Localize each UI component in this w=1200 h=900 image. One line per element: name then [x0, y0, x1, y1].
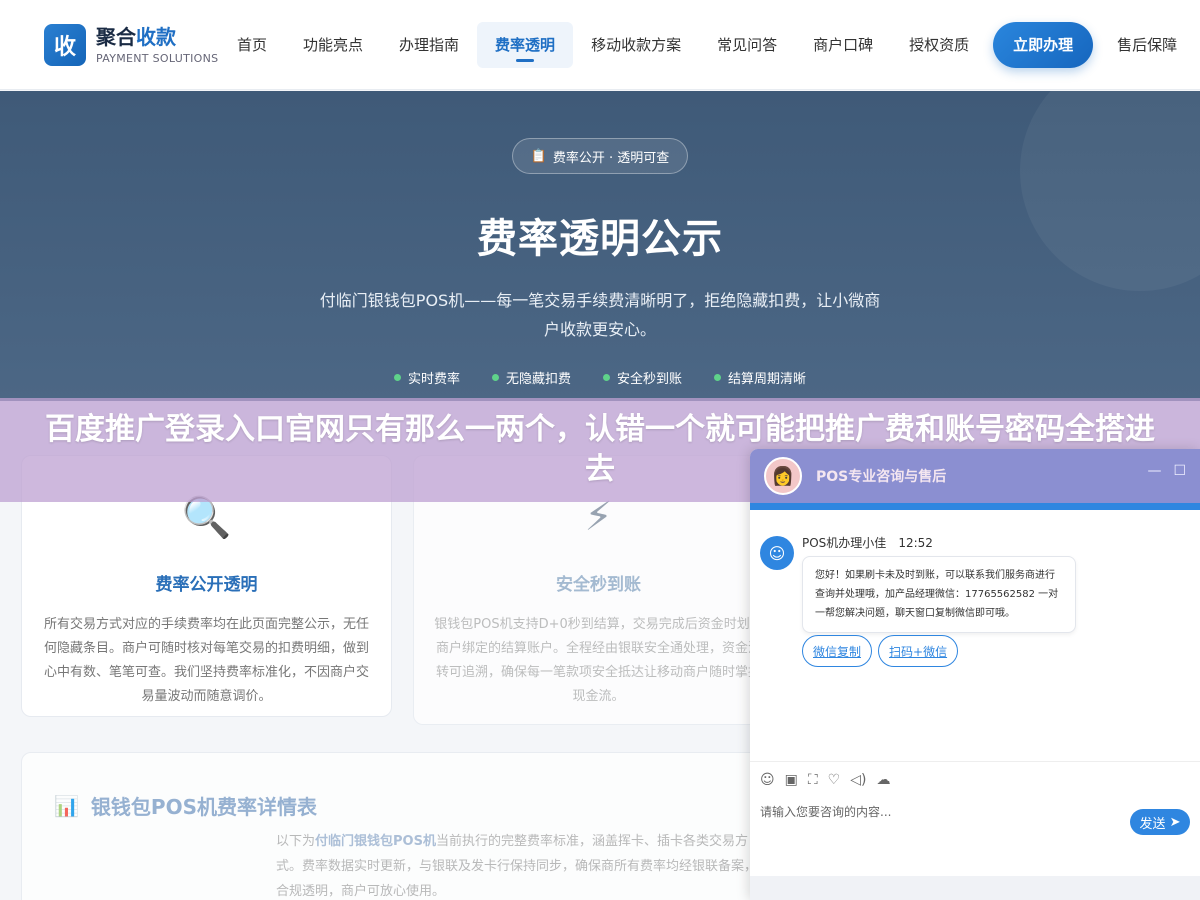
- agent-avatar: 👩: [764, 457, 802, 495]
- hero-description: 付临门银钱包POS机——每一笔交易手续费清晰明了，拒绝隐藏扣费，让小微商户收款更…: [319, 291, 881, 339]
- bullet-dot-icon: [491, 374, 499, 381]
- card-title: 费率公开透明: [155, 575, 258, 595]
- chat-widget: 👩 POS专业咨询与售后 — ☐ ☺ POS机办理小佳 12:52 您好！如果刷卡…: [750, 449, 1200, 900]
- hero-badge: 📋 费率公开 · 透明可查: [511, 138, 689, 174]
- send-button[interactable]: 发送 ➤: [1130, 809, 1190, 835]
- message-meta: POS机办理小佳 12:52: [802, 536, 933, 550]
- bar-chart-icon: 📊: [54, 793, 79, 818]
- hero-tag: 安全秒到账: [603, 368, 682, 387]
- card-title: 安全秒到账: [556, 575, 641, 595]
- sound-icon[interactable]: ◁): [850, 772, 866, 788]
- chat-input[interactable]: 请输入您要咨询的内容...: [760, 803, 891, 820]
- apply-now-button[interactable]: 立即办理: [993, 21, 1094, 68]
- chat-title: POS专业咨询与售后: [816, 469, 947, 485]
- hero-tags: 实时费率 无隐藏扣费 安全秒到账 结算周期清晰: [0, 368, 1200, 387]
- site-header: 收 聚合收款 PAYMENT SOLUTIONS 首页 功能亮点 办理指南 费率…: [0, 0, 1200, 90]
- quick-actions: 微信复制 扫码+微信: [802, 635, 959, 667]
- bullet-dot-icon: [603, 374, 610, 381]
- maximize-icon[interactable]: ☐: [1173, 463, 1186, 479]
- clipboard-icon: 📋: [530, 148, 547, 164]
- hero-section: 📋 费率公开 · 透明可查 费率透明公示 付临门银钱包POS机——每一笔交易手续…: [0, 91, 1200, 401]
- logo-title: 聚合收款: [96, 24, 176, 49]
- rating-icon[interactable]: ♡: [828, 772, 841, 788]
- nav-qualifications[interactable]: 授权资质: [891, 22, 987, 68]
- bullet-dot-icon: [393, 374, 401, 381]
- image-icon[interactable]: ▣: [785, 772, 798, 788]
- site-logo[interactable]: 收 聚合收款 PAYMENT SOLUTIONS: [44, 23, 219, 66]
- send-arrow-icon: ➤: [1169, 814, 1181, 830]
- rate-table-description: 以下为付临门银钱包POS机当前执行的完整费率标准，涵盖挥卡、插卡各类交易方式。费…: [276, 834, 758, 899]
- copy-wechat-button[interactable]: 微信复制: [802, 635, 873, 667]
- logo-mark: 收: [44, 23, 86, 66]
- card-text: 银钱包POS机支持D+0秒到结算，交易完成后资金时划入商户绑定的结算账户。全程经…: [434, 617, 763, 704]
- hero-tag: 无隐藏扣费: [491, 368, 571, 387]
- scan-wechat-button[interactable]: 扫码+微信: [878, 635, 959, 667]
- rate-table-card: 📊 银钱包POS机费率详情表 以下为付临门银钱包POS机当前执行的完整费率标准，…: [21, 752, 781, 900]
- nav-guide[interactable]: 办理指南: [381, 22, 477, 68]
- chat-footer: [750, 876, 1200, 900]
- chat-toolbar: ☺ ▣ ⛶ ♡ ◁) ☁: [750, 761, 1200, 797]
- nav-faq[interactable]: 常见问答: [699, 22, 795, 68]
- bot-avatar-icon: ☺: [760, 536, 794, 570]
- main-nav: 首页 功能亮点 办理指南 费率透明 移动收款方案 常见问答 商户口碑 授权资质 …: [219, 21, 1195, 68]
- nav-rates[interactable]: 费率透明: [477, 21, 574, 68]
- bullet-dot-icon: [714, 374, 722, 381]
- minimize-icon[interactable]: —: [1147, 463, 1161, 479]
- chat-accent-strip: [750, 503, 1200, 510]
- wechat-icon[interactable]: ☁: [876, 772, 890, 788]
- logo-subtitle: PAYMENT SOLUTIONS: [96, 51, 219, 65]
- nav-features[interactable]: 功能亮点: [285, 22, 381, 68]
- nav-home[interactable]: 首页: [219, 22, 285, 68]
- nav-after-sales[interactable]: 售后保障: [1099, 22, 1195, 68]
- nav-mobile-solutions[interactable]: 移动收款方案: [573, 22, 699, 68]
- screenshot-icon[interactable]: ⛶: [808, 772, 818, 788]
- hero-tag: 结算周期清晰: [714, 368, 806, 387]
- rate-table-title: 📊 银钱包POS机费率详情表: [54, 793, 317, 820]
- chat-header[interactable]: 👩 POS专业咨询与售后 — ☐: [750, 449, 1200, 503]
- card-text: 所有交易方式对应的手续费率均在此页面完整公示，无任何隐藏条目。商户可随时核对每笔…: [43, 617, 369, 704]
- emoji-icon[interactable]: ☺: [760, 772, 775, 788]
- nav-reviews[interactable]: 商户口碑: [795, 22, 891, 68]
- page-title: 费率透明公示: [477, 216, 723, 262]
- hero-tag: 实时费率: [393, 368, 460, 387]
- message-bubble: 您好！如果刷卡未及时到账，可以联系我们服务商进行查询并处理哦，加产品经理微信：1…: [802, 556, 1076, 633]
